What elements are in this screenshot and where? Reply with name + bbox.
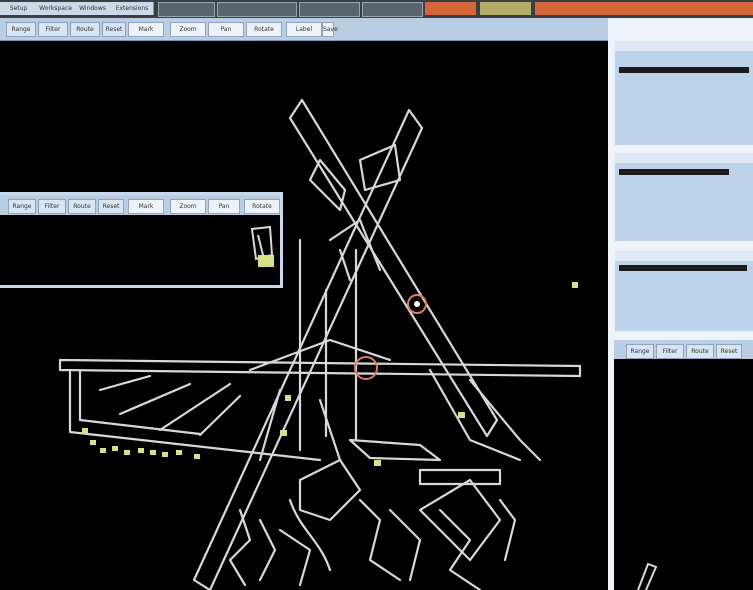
aircraft-target-icon [458,412,465,418]
save-button[interactable]: Save [322,22,338,37]
menu-extensions[interactable]: Extensions [111,2,154,15]
rotate-button[interactable]: Rotate [246,22,282,37]
right-panel-column: Range Filter Route Reset [608,18,753,590]
pan-button[interactable]: Pan [208,22,244,37]
inset-filter-button[interactable]: Filter [38,199,66,214]
secondary-filter-button[interactable]: Filter [656,344,684,359]
taxiway-east [428,368,542,462]
inset-mark-button[interactable]: Mark [128,199,164,214]
runway-ne-sw [192,108,424,590]
aircraft-target-icon [162,452,168,457]
inset-route-button[interactable]: Route [68,199,96,214]
flight-list-panel-2[interactable] [614,152,753,242]
toolbar-button-1[interactable] [158,2,215,17]
top-menu-bar: Setup Workspace Windows Extensions [0,0,753,18]
secondary-map-toolbar: Range Filter Route Reset [614,340,753,359]
inset-pan-button[interactable]: Pan [208,199,240,214]
runway-east-west [58,358,582,378]
range-button[interactable]: Range [6,22,36,37]
menu-setup[interactable]: Setup [0,2,38,15]
terminal-2 [358,498,422,582]
aircraft-target-icon [194,454,200,459]
airfield-map-graphic[interactable] [0,40,608,590]
menu-windows[interactable]: Windows [74,2,112,15]
route-button[interactable]: Route [70,22,100,37]
panel-1-row[interactable] [619,67,749,73]
map-toolbar: Range Filter Route Reset Mark Zoom Pan R… [0,18,608,41]
panel-2-row[interactable] [619,169,729,175]
aircraft-target-icon [90,440,96,445]
airfield-map-view[interactable]: Range Filter Route Reset Mark Zoom Pan R… [0,18,608,590]
panel-1-header [615,41,753,51]
mark-button[interactable]: Mark [128,22,164,37]
inset-viewer[interactable]: Range Filter Route Reset Mark Zoom Pan R… [0,192,283,288]
inset-rotate-button[interactable]: Rotate [244,199,280,214]
mode-button[interactable] [480,2,531,15]
panel-3-row[interactable] [619,265,747,271]
secondary-range-button[interactable]: Range [626,344,654,359]
aircraft-target-icon [285,395,291,401]
aircraft-target-icon [150,450,156,455]
aircraft-target-icon [138,448,144,453]
secondary-reset-button[interactable]: Reset [716,344,742,359]
taxiway-south [348,438,502,486]
zoom-button[interactable]: Zoom [170,22,206,37]
target-ring-icon [414,301,420,307]
panel-3-header [615,251,753,261]
inset-reset-button[interactable]: Reset [98,199,124,214]
menu-workspace[interactable]: Workspace [37,2,75,15]
aircraft-target-icon [100,448,106,453]
secondary-map-graphic[interactable] [614,359,753,590]
filter-button[interactable]: Filter [38,22,68,37]
runway-nw-se [288,98,499,438]
label-button[interactable]: Label [286,22,322,37]
taxiway-inner [308,143,402,212]
terminal-5 [498,498,517,562]
status-banner [535,2,753,15]
toolbar-button-3[interactable] [299,2,360,17]
secondary-map-view[interactable]: Range Filter Route Reset [614,340,753,590]
target-ring-icon [354,356,378,380]
inset-toolbar: Range Filter Route Reset Mark Zoom Pan R… [0,195,280,215]
aircraft-target-icon [374,460,381,466]
inset-map-graphic[interactable] [0,215,280,285]
reset-button[interactable]: Reset [102,22,126,37]
aircraft-target-icon [176,450,182,455]
alert-button[interactable] [425,2,476,15]
secondary-route-button[interactable]: Route [686,344,714,359]
flight-list-panel-3[interactable] [614,250,753,332]
inset-range-button[interactable]: Range [8,199,36,214]
aircraft-target-icon [572,282,578,288]
flight-list-panel-1[interactable] [614,40,753,146]
taxiway-ramps [98,374,242,437]
panel-2-header [615,153,753,163]
aircraft-target-icon [124,450,130,455]
aircraft-target-icon [82,428,88,433]
aircraft-target-icon [258,255,274,267]
aircraft-target-icon [280,430,287,436]
toolbar-button-2[interactable] [217,2,297,17]
apron-block [298,458,502,562]
inset-zoom-button[interactable]: Zoom [170,199,206,214]
toolbar-button-4[interactable] [362,2,423,17]
aircraft-target-icon [112,446,118,451]
terminal-3 [228,508,277,587]
